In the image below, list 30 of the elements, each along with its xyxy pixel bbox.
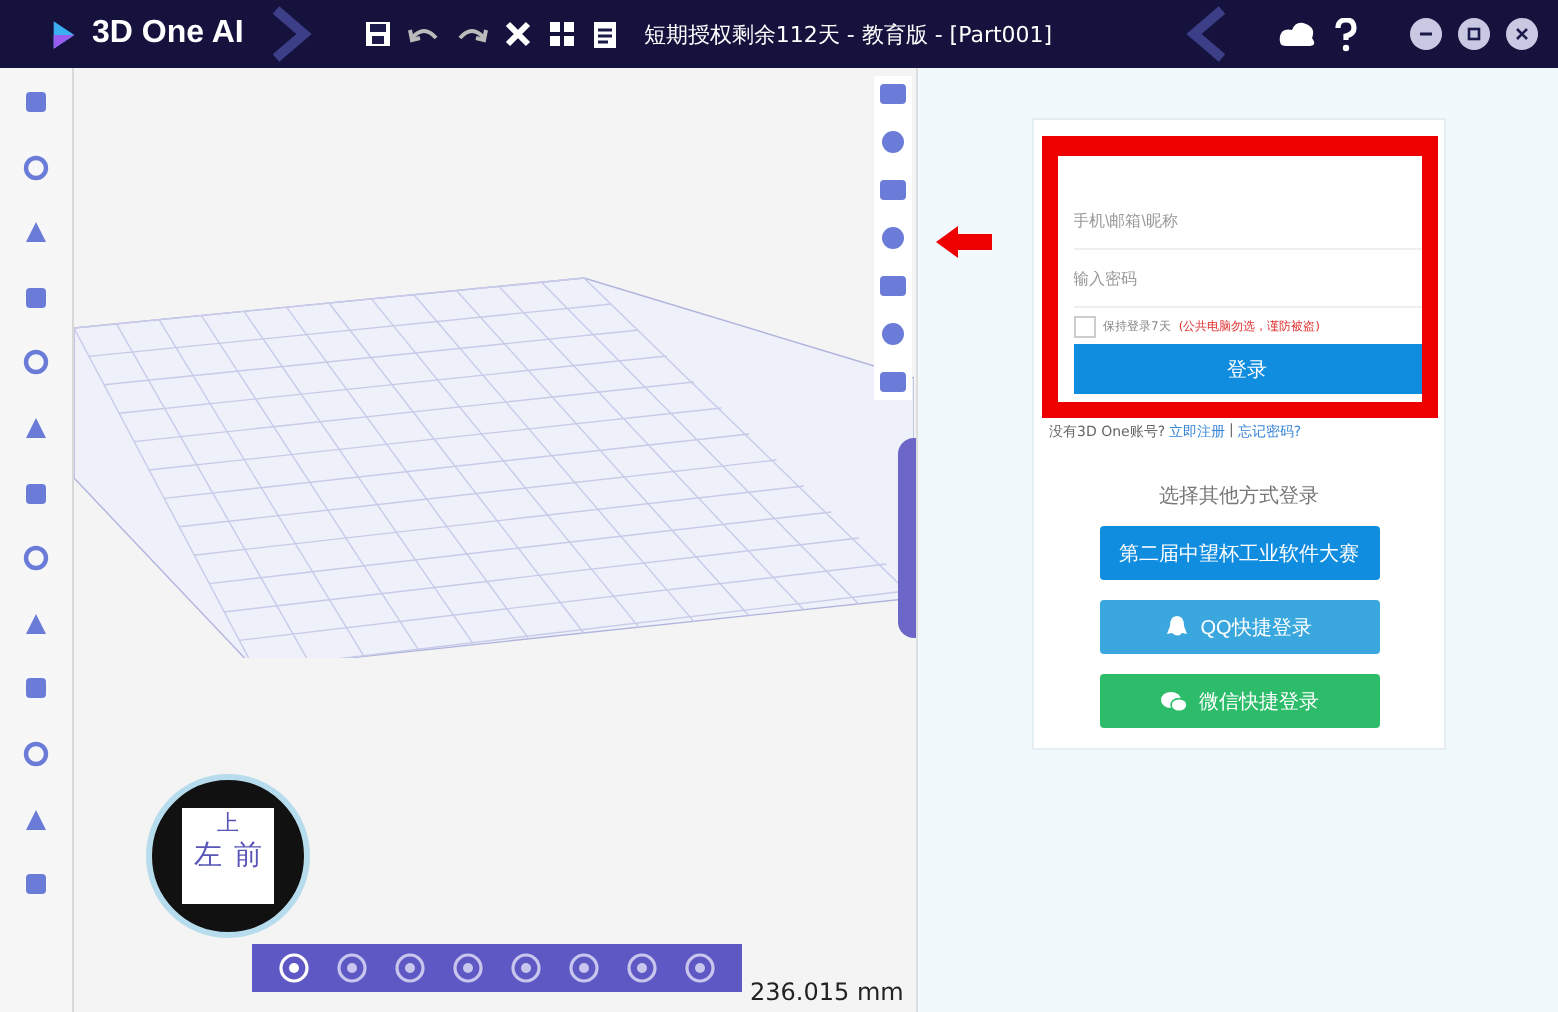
document-icon[interactable] xyxy=(591,19,620,49)
contest-login-button[interactable]: 第二届中望杯工业软件大赛 xyxy=(1099,526,1379,580)
scale-readout: 236.015 mm xyxy=(750,978,904,1006)
penguin-icon xyxy=(1166,614,1189,640)
arrow-icon xyxy=(934,224,994,260)
other-login-heading: 选择其他方式登录 xyxy=(1159,483,1319,510)
minimize-button[interactable] xyxy=(1410,18,1442,50)
help-icon[interactable] xyxy=(1334,17,1358,51)
grid-icon[interactable] xyxy=(547,20,576,48)
qq-login-button[interactable]: QQ快捷登录 xyxy=(1099,600,1379,654)
maximize-icon xyxy=(1466,26,1482,42)
close-button[interactable] xyxy=(1506,18,1538,50)
login-button[interactable]: 登录 xyxy=(1073,344,1421,394)
panel-handle[interactable] xyxy=(898,438,916,638)
chat-bubbles-icon xyxy=(1159,689,1187,713)
cube-face-label[interactable]: 上 xyxy=(217,808,239,838)
view-cube[interactable]: 上 左 前 xyxy=(146,774,310,938)
wechat-login-button[interactable]: 微信快捷登录 xyxy=(1099,674,1379,728)
app-name: 3D One AI xyxy=(92,16,244,52)
logo-icon xyxy=(52,17,76,51)
close-icon[interactable] xyxy=(503,20,532,48)
remember-checkbox[interactable] xyxy=(1073,315,1095,337)
cube-face-label[interactable]: 左 xyxy=(194,838,222,874)
maximize-button[interactable] xyxy=(1458,18,1490,50)
close-icon xyxy=(1514,26,1530,42)
document-title: 短期授权剩余112天 - 教育版 - [Part001] xyxy=(643,19,1053,49)
cube-face-label[interactable]: 前 xyxy=(234,838,262,874)
cloud-icon[interactable] xyxy=(1278,18,1318,50)
chevron-icon xyxy=(267,6,316,62)
save-icon[interactable] xyxy=(363,20,392,48)
